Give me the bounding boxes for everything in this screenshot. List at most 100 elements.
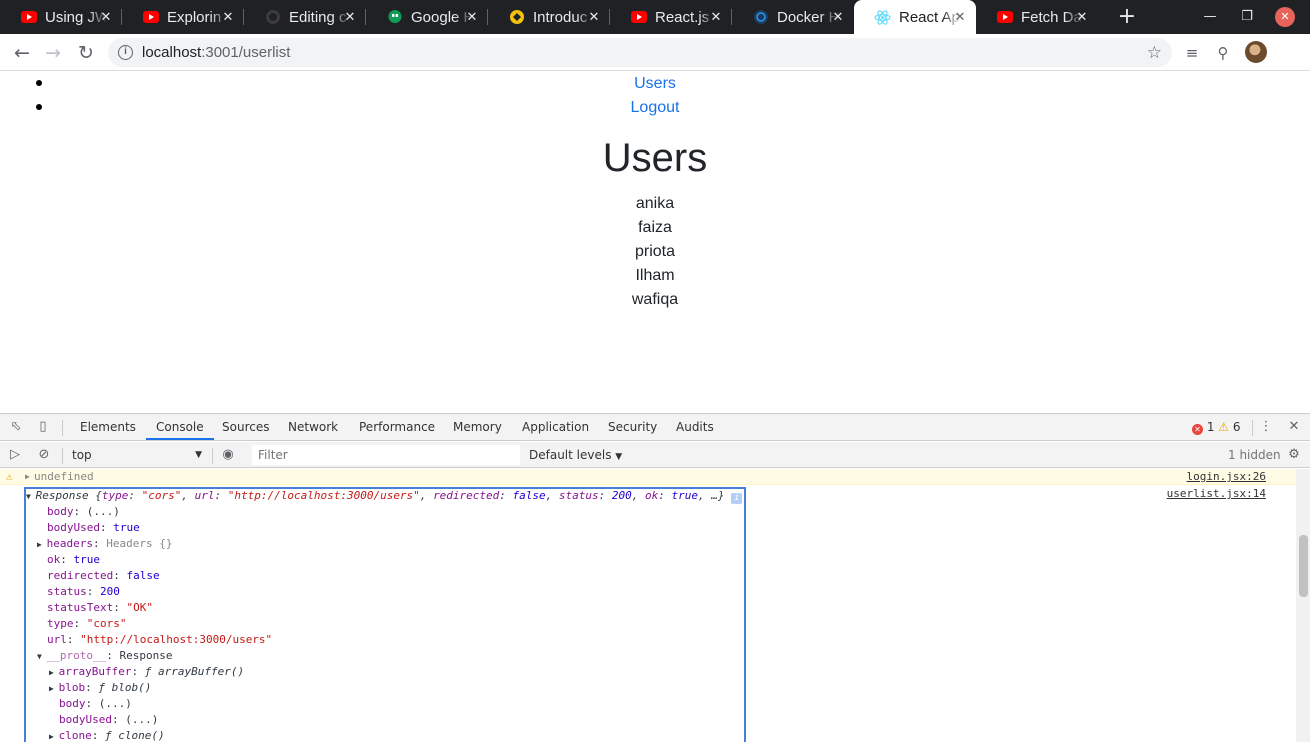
tab-close-icon[interactable]: ✕: [220, 9, 236, 25]
error-warning-counter[interactable]: ✕ 1 ⚠ 6: [1192, 414, 1241, 440]
tab-console[interactable]: Console: [146, 414, 214, 440]
context-value: top: [72, 448, 92, 462]
source-link[interactable]: userlist.jsx:14: [1167, 487, 1266, 500]
new-tab-button[interactable]: +: [1114, 4, 1140, 30]
reload-icon[interactable]: ↻: [73, 40, 99, 66]
scrollbar-thumb[interactable]: [1299, 535, 1308, 597]
key-icon[interactable]: ⚲: [1212, 42, 1234, 64]
back-icon[interactable]: ←: [9, 40, 35, 66]
summary-value: true: [671, 489, 699, 502]
browser-tab[interactable]: React Ap ✕: [854, 0, 976, 34]
tab-close-icon[interactable]: ✕: [830, 9, 846, 25]
site-info-icon[interactable]: i: [118, 45, 133, 60]
context-selector[interactable]: top ▼: [72, 447, 202, 463]
console-warning-row: ⚠ ▶ undefined login.jsx:26: [0, 469, 1296, 485]
window-close-icon[interactable]: ✕: [1275, 7, 1295, 27]
prop-key: bodyUsed: [59, 713, 112, 726]
proto-prop-row[interactable]: ▶ arrayBuffer: ƒ arrayBuffer(): [49, 664, 244, 680]
prop-key: arrayBuffer: [58, 665, 132, 678]
docker-icon: [752, 9, 769, 26]
prop-value: (...): [125, 713, 159, 726]
hidden-count: 1 hidden: [1228, 448, 1281, 462]
prop-value: "OK": [126, 601, 153, 614]
summary-value: false: [512, 489, 546, 502]
profile-avatar[interactable]: [1245, 41, 1267, 63]
log-levels-dropdown[interactable]: Default levels ▼: [529, 447, 622, 465]
warning-message: undefined: [34, 470, 94, 483]
tab-security[interactable]: Security: [608, 414, 657, 440]
proto-prop-row[interactable]: ▶ clone: ƒ clone(): [49, 728, 165, 742]
browser-tab[interactable]: Fetch Da ✕: [976, 0, 1098, 34]
browser-tab[interactable]: Introduc ✕: [488, 0, 610, 34]
console-settings-icon[interactable]: ⚙: [1286, 447, 1302, 463]
sidebar-toggle-icon[interactable]: ▷: [7, 447, 23, 463]
tab-close-icon[interactable]: ✕: [98, 9, 114, 25]
browser-toolbar: ← → ↻ i localhost:3001/userlist ☆ ≡ ⚲: [0, 34, 1310, 71]
prop-key: body: [47, 505, 74, 518]
warning-count: 6: [1232, 420, 1241, 434]
prop-key: url: [47, 633, 67, 646]
users-link[interactable]: Users: [634, 75, 676, 92]
prop-key: redirected: [47, 569, 114, 582]
maximize-icon[interactable]: ❐: [1237, 7, 1257, 27]
console-scrollbar[interactable]: [1296, 469, 1310, 742]
source-link[interactable]: login.jsx:26: [1187, 469, 1266, 484]
divider: [1252, 420, 1253, 436]
filter-input[interactable]: [252, 445, 520, 465]
more-options-icon[interactable]: ⋮: [1258, 419, 1274, 435]
tab-sources[interactable]: Sources: [222, 414, 269, 440]
tab-application[interactable]: Application: [522, 414, 589, 440]
log-levels-label: Default levels: [529, 448, 612, 462]
tab-audits[interactable]: Audits: [676, 414, 714, 440]
browser-tab[interactable]: Docker H ✕: [732, 0, 854, 34]
prop-row[interactable]: ▶ headers: Headers {}: [37, 536, 172, 552]
tab-elements[interactable]: Elements: [80, 414, 136, 440]
prop-key: bodyUsed: [47, 521, 100, 534]
tab-network[interactable]: Network: [288, 414, 338, 440]
prop-value: ƒ clone(): [105, 729, 165, 742]
user-item: Ilham: [635, 267, 675, 284]
tab-close-icon[interactable]: ✕: [1074, 9, 1090, 25]
minimize-icon[interactable]: —: [1200, 7, 1220, 27]
logout-link[interactable]: Logout: [631, 99, 680, 116]
clear-console-icon[interactable]: ⊘: [36, 447, 52, 463]
tab-performance[interactable]: Performance: [359, 414, 435, 440]
user-item: wafiqa: [631, 291, 679, 308]
prop-key: type: [47, 617, 74, 630]
tab-close-icon[interactable]: ✕: [464, 9, 480, 25]
prop-value: 200: [100, 585, 120, 598]
dropdown-arrow-icon: ▼: [615, 452, 623, 462]
inspect-element-icon[interactable]: ⬁: [8, 419, 24, 435]
tab-close-icon[interactable]: ✕: [952, 9, 968, 25]
tab-separator: [487, 9, 488, 25]
device-toolbar-icon[interactable]: ▯: [35, 419, 51, 435]
forward-icon[interactable]: →: [40, 40, 66, 66]
youtube-icon: [630, 9, 647, 26]
browser-tab[interactable]: Explorin ✕: [122, 0, 244, 34]
expand-triangle-icon[interactable]: ▶: [25, 469, 30, 484]
media-playlist-icon[interactable]: ≡: [1181, 42, 1203, 64]
tab-memory[interactable]: Memory: [453, 414, 502, 440]
devtools-panel: ⬁ ▯ Elements Console Sources Network Per…: [0, 413, 1310, 742]
warning-icon: ⚠: [6, 470, 13, 483]
address-bar[interactable]: i localhost:3001/userlist ☆: [108, 38, 1172, 67]
summary-key: url: [194, 489, 215, 502]
proto-prop-row[interactable]: ▶ blob: ƒ blob(): [49, 680, 151, 696]
divider: [212, 448, 213, 464]
tab-close-icon[interactable]: ✕: [342, 9, 358, 25]
browser-tab[interactable]: Google H ✕: [366, 0, 488, 34]
tab-separator: [243, 9, 244, 25]
bookmark-star-icon[interactable]: ☆: [1147, 38, 1162, 67]
browser-tab[interactable]: React.js ✕: [610, 0, 732, 34]
page-content: Users Logout Users anika faiza priota Il…: [0, 72, 1310, 412]
eye-icon[interactable]: ◉: [220, 447, 236, 463]
response-summary-row[interactable]: ▼ Response {type: "cors", url: "http://l…: [26, 488, 743, 504]
proto-row[interactable]: ▼ __proto__: Response: [37, 648, 172, 664]
prop-row: status: 200: [47, 585, 120, 598]
browser-tab[interactable]: Using JW ✕: [0, 0, 122, 34]
close-devtools-icon[interactable]: ✕: [1286, 419, 1302, 435]
browser-tab[interactable]: Editing c ✕: [244, 0, 366, 34]
nav-item-logout: Logout: [0, 96, 1310, 120]
tab-close-icon[interactable]: ✕: [708, 9, 724, 25]
tab-close-icon[interactable]: ✕: [586, 9, 602, 25]
